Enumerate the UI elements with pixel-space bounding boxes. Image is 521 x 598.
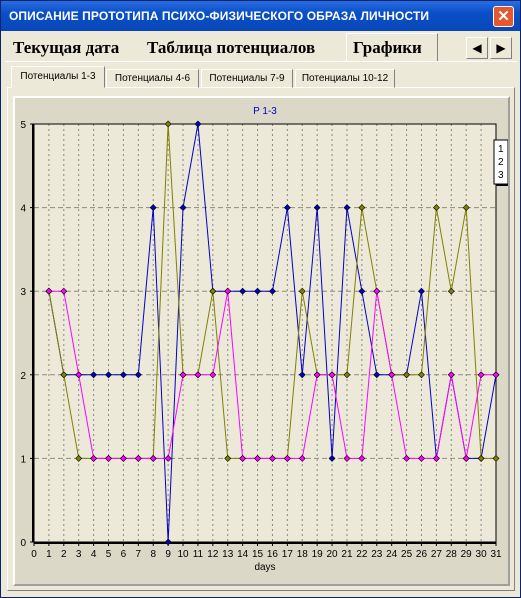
chart-title: P 1-3 <box>253 106 277 117</box>
close-icon: ✕ <box>497 8 510 25</box>
title-bar[interactable]: ОПИСАНИЕ ПРОТОТИПА ПСИХО-ФИЗИЧЕСКОГО ОБР… <box>1 1 520 31</box>
subtab-potentials-10-12[interactable]: Потенциалы 10-12 <box>295 69 395 88</box>
x-tick-label: 25 <box>401 549 413 560</box>
arrow-right-icon: ▶ <box>496 41 506 55</box>
x-tick-label: 4 <box>91 549 97 560</box>
legend-entry: 3 <box>498 170 504 181</box>
x-tick-label: 30 <box>476 549 488 560</box>
x-tick-label: 15 <box>252 549 264 560</box>
plot-area <box>34 124 496 542</box>
x-tick-label: 26 <box>416 549 428 560</box>
tab-potentials-table[interactable]: Таблица потенциалов <box>141 35 345 60</box>
y-tick-label: 2 <box>20 371 26 382</box>
line-chart: 0 1 2 3 4 5 6 7 8 9 10 11 12 13 14 15 16 17 18 19 20 21 22 23 24… <box>20 106 508 573</box>
x-tick-label: 12 <box>207 549 219 560</box>
window-title: ОПИСАНИЕ ПРОТОТИПА ПСИХО-ФИЗИЧЕСКОГО ОБР… <box>9 9 430 23</box>
tab-current-date[interactable]: Текущая дата <box>7 35 139 60</box>
y-tick-label: 0 <box>20 538 26 549</box>
main-window: ОПИСАНИЕ ПРОТОТИПА ПСИХО-ФИЗИЧЕСКОГО ОБР… <box>0 0 521 598</box>
x-tick-label: 24 <box>386 549 398 560</box>
x-tick-label: 13 <box>222 549 234 560</box>
y-tick-label: 5 <box>20 120 26 131</box>
x-tick-label: 10 <box>177 549 189 560</box>
x-tick-label: 11 <box>193 549 204 560</box>
x-tick-label: 1 <box>46 549 52 560</box>
x-tick-label: 9 <box>165 549 171 560</box>
x-tick-label: 0 <box>31 549 37 560</box>
x-tick-label: 3 <box>76 549 82 560</box>
subtab-potentials-4-6[interactable]: Потенциалы 4-6 <box>106 69 199 88</box>
legend-entry: 1 <box>498 144 504 155</box>
close-button[interactable]: ✕ <box>493 6 514 27</box>
x-axis-label: days <box>254 562 275 573</box>
x-tick-label: 20 <box>327 549 339 560</box>
x-tick-label: 6 <box>121 549 127 560</box>
y-tick-label: 1 <box>20 454 26 465</box>
x-tick-label: 19 <box>312 549 324 560</box>
x-tick-label: 31 <box>490 549 502 560</box>
tab-graphs[interactable]: Графики <box>346 33 438 61</box>
x-tick-label: 2 <box>61 549 67 560</box>
tab-scroll-left-button[interactable]: ◀ <box>466 37 488 59</box>
x-tick-label: 5 <box>106 549 112 560</box>
x-tick-label: 16 <box>267 549 279 560</box>
chart-frame: 0 1 2 3 4 5 6 7 8 9 10 11 12 13 14 15 16 17 18 19 20 21 22 23 24… <box>13 96 510 586</box>
subtab-potentials-1-3[interactable]: Потенциалы 1-3 <box>11 66 105 88</box>
y-tick-label: 4 <box>20 204 26 215</box>
subtab-potentials-7-9[interactable]: Потенциалы 7-9 <box>201 69 293 88</box>
x-tick-label: 14 <box>237 549 249 560</box>
x-tick-label: 23 <box>371 549 383 560</box>
arrow-left-icon: ◀ <box>472 41 482 55</box>
x-tick-label: 8 <box>150 549 156 560</box>
y-tick-label: 3 <box>20 287 26 298</box>
x-tick-label: 21 <box>341 549 353 560</box>
x-tick-label: 28 <box>446 549 458 560</box>
tab-divider <box>5 61 517 62</box>
tab-scroll-right-button[interactable]: ▶ <box>490 37 512 59</box>
x-tick-label: 18 <box>297 549 309 560</box>
legend-entry: 2 <box>498 157 504 168</box>
x-tick-label: 29 <box>461 549 473 560</box>
x-tick-label: 17 <box>282 549 294 560</box>
x-tick-label: 22 <box>356 549 368 560</box>
x-tick-label: 27 <box>431 549 443 560</box>
x-tick-label: 7 <box>136 549 142 560</box>
